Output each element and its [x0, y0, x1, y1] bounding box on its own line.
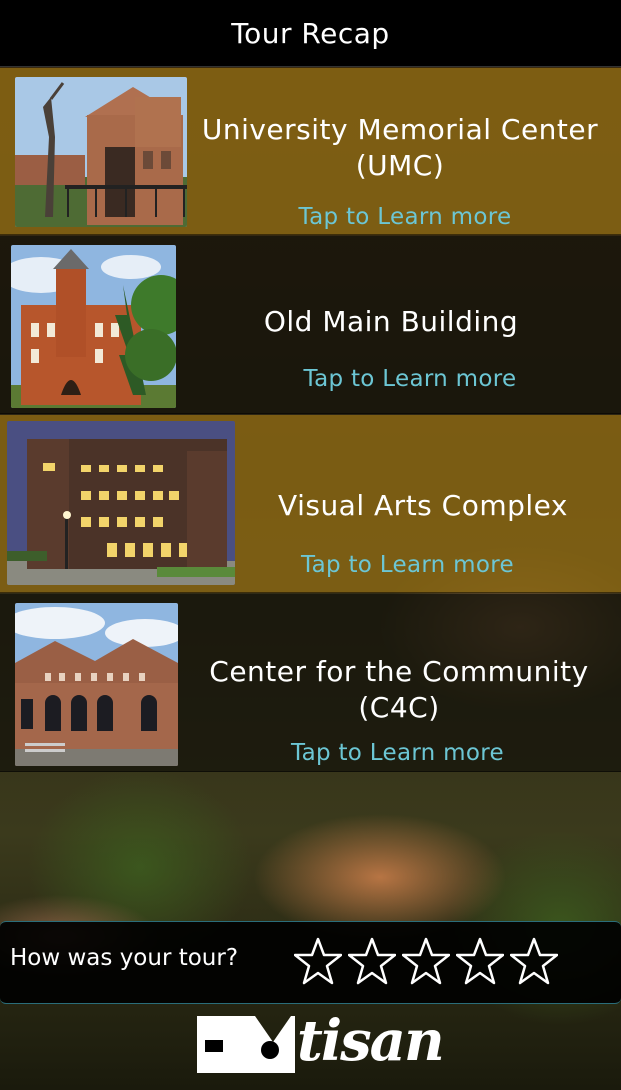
title-bar: Tour Recap: [0, 0, 621, 67]
learn-more-link[interactable]: Tap to Learn more: [190, 740, 605, 766]
star-icon[interactable]: [455, 936, 505, 986]
umc-photo: [15, 77, 187, 227]
star-icon[interactable]: [401, 936, 451, 986]
learn-more-link[interactable]: Tap to Learn more: [200, 552, 615, 578]
stop-title: Center for the Community (C4C): [190, 654, 608, 726]
tour-rating-panel: How was your tour?: [0, 921, 621, 1004]
star-icon[interactable]: [509, 936, 559, 986]
stop-title: Old Main Building: [263, 305, 519, 338]
page-title: Tour Recap: [231, 16, 390, 50]
tour-stop-visual-arts[interactable]: Visual Arts Complex Tap to Learn more: [0, 415, 621, 593]
learn-more-link[interactable]: Tap to Learn more: [190, 204, 620, 230]
stop-title: University Memorial Center (UMC): [190, 112, 610, 184]
tour-stop-umc[interactable]: University Memorial Center (UMC) Tap to …: [0, 68, 621, 235]
learn-more-link[interactable]: Tap to Learn more: [200, 366, 620, 392]
stop-title-line2: (C4C): [358, 691, 440, 724]
tour-stop-c4c[interactable]: Center for the Community (C4C) Tap to Le…: [0, 594, 621, 772]
stop-title: Visual Arts Complex: [278, 489, 568, 522]
old-main-photo: [11, 245, 176, 408]
star-rating: [293, 936, 559, 986]
star-icon[interactable]: [347, 936, 397, 986]
stop-title-line1: Center for the Community: [209, 655, 589, 688]
tour-stop-old-main[interactable]: Old Main Building Tap to Learn more: [0, 236, 621, 414]
logo-text: tisan: [297, 1008, 445, 1074]
c4c-photo: [15, 603, 178, 766]
rating-question: How was your tour?: [10, 945, 239, 971]
star-icon[interactable]: [293, 936, 343, 986]
stop-title-line1: University Memorial Center: [201, 113, 599, 146]
stop-title-line2: (UMC): [355, 149, 445, 182]
tisan-logo: tisan: [195, 1008, 445, 1076]
